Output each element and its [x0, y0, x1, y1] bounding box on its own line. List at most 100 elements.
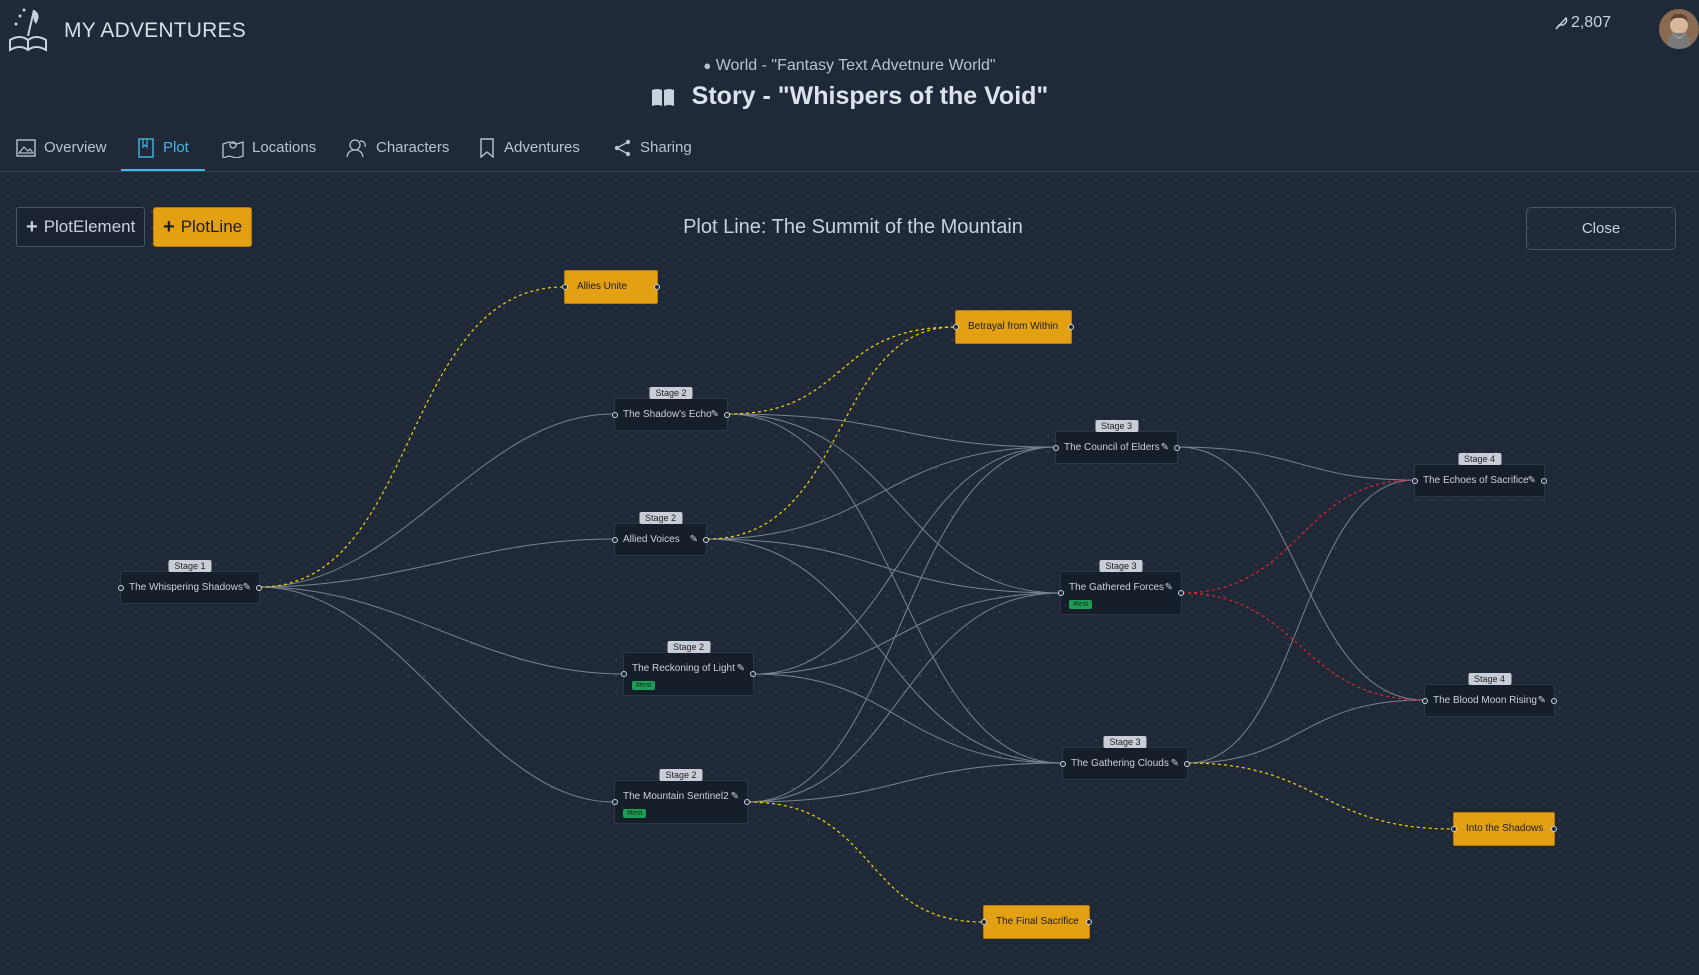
edge [727, 413, 1061, 594]
plot-node-council-of-elders[interactable]: Stage 3 The Council of Elders ✎ [1053, 420, 1180, 464]
event-label: Betrayal from Within [968, 321, 1059, 332]
plot-node-blood-moon-rising[interactable]: Stage 4 The Blood Moon Rising ✎ [1422, 673, 1557, 717]
input-port[interactable] [562, 284, 568, 290]
node-label: The Council of Elders [1064, 442, 1160, 453]
output-port[interactable] [1551, 826, 1557, 832]
input-port[interactable] [1451, 826, 1457, 832]
plot-node-whispering-shadows[interactable]: Stage 1 The Whispering Shadows ✎ [118, 560, 262, 604]
input-port[interactable] [1058, 590, 1064, 596]
pencil-icon[interactable]: ✎ [1165, 582, 1173, 593]
pencil-icon[interactable]: ✎ [711, 409, 719, 420]
stage-badge: Stage 2 [666, 641, 711, 653]
pencil-icon[interactable]: ✎ [737, 663, 745, 674]
event-node-into-the-shadows[interactable]: Into the Shadows [1451, 812, 1557, 846]
edge-dashed-yellow [259, 286, 565, 588]
edge-dashed-red [1181, 592, 1425, 701]
pencil-icon[interactable]: ✎ [1161, 442, 1169, 453]
output-port[interactable] [1541, 477, 1547, 484]
output-port[interactable] [1184, 760, 1190, 767]
plot-node-gathered-forces[interactable]: Stage 3 The Gathered Forces ✎ #test [1058, 560, 1184, 615]
plot-node-echoes-of-sacrifice[interactable]: Stage 4 The Echoes of Sacrifice ✎ [1412, 453, 1547, 497]
input-port[interactable] [1060, 760, 1066, 767]
edge [1187, 479, 1415, 764]
tag-badge[interactable]: #test [632, 681, 656, 690]
edge [727, 413, 1063, 764]
event-label: The Final Sacrifice [996, 916, 1079, 927]
input-port[interactable] [981, 919, 987, 925]
edge [259, 586, 615, 803]
event-label: Allies Unite [577, 281, 628, 292]
node-label: The Gathered Forces [1069, 582, 1165, 593]
pencil-icon[interactable]: ✎ [1528, 475, 1536, 486]
input-port[interactable] [612, 536, 618, 543]
stage-badge: Stage 2 [659, 769, 703, 781]
output-port[interactable] [1551, 697, 1557, 704]
node-label: The Blood Moon Rising [1433, 695, 1537, 706]
tag-badge[interactable]: #test [1069, 600, 1093, 609]
plot-node-gathering-clouds[interactable]: Stage 3 The Gathering Clouds ✎ [1060, 736, 1190, 780]
output-port[interactable] [703, 536, 709, 543]
edge [259, 413, 613, 588]
edge [259, 538, 613, 588]
pencil-icon[interactable]: ✎ [1538, 695, 1546, 706]
node-label: The Echoes of Sacrifice [1423, 475, 1529, 486]
edge [706, 538, 1063, 764]
input-port[interactable] [612, 411, 618, 418]
input-port[interactable] [1053, 444, 1059, 451]
stage-badge: Stage 3 [1094, 420, 1139, 432]
event-node-betrayal-from-within[interactable]: Betrayal from Within [953, 310, 1074, 344]
output-port[interactable] [654, 284, 660, 290]
event-label: Into the Shadows [1466, 823, 1544, 834]
output-port[interactable] [724, 411, 730, 418]
stage-badge: Stage 3 [1099, 560, 1143, 572]
pencil-icon[interactable]: ✎ [243, 582, 251, 593]
pencil-icon[interactable]: ✎ [1171, 758, 1179, 769]
input-port[interactable] [621, 671, 627, 677]
edge-dashed-yellow [747, 801, 984, 923]
stage-badge: Stage 2 [638, 512, 683, 524]
node-label: The Gathering Clouds [1071, 758, 1169, 769]
edge [1177, 446, 1425, 701]
stage-badge: Stage 3 [1103, 736, 1147, 748]
output-port[interactable] [750, 671, 756, 677]
edge [727, 413, 1056, 448]
output-port[interactable] [1068, 324, 1074, 330]
input-port[interactable] [953, 324, 959, 330]
tag-badge[interactable]: #test [623, 809, 647, 818]
node-label: The Shadow's Echo [623, 409, 712, 420]
output-port[interactable] [1174, 444, 1180, 451]
plot-node-reckoning-of-light[interactable]: Stage 2 The Reckoning of Light ✎ #test [621, 641, 756, 696]
input-port[interactable] [118, 584, 124, 591]
output-port[interactable] [1086, 919, 1092, 925]
stage-badge: Stage 4 [1467, 673, 1512, 685]
edge [747, 762, 1063, 803]
stage-badge: Stage 1 [168, 560, 212, 572]
plot-node-allied-voices[interactable]: Stage 2 Allied Voices ✎ [612, 512, 709, 556]
stage-badge: Stage 2 [649, 387, 693, 399]
input-port[interactable] [1422, 697, 1428, 704]
node-label: The Whispering Shadows [129, 582, 243, 593]
event-node-final-sacrifice[interactable]: The Final Sacrifice [981, 905, 1092, 939]
input-port[interactable] [612, 799, 618, 805]
output-port[interactable] [744, 799, 750, 805]
node-label: The Mountain Sentinel2 [623, 791, 729, 802]
edge [706, 446, 1056, 540]
edge [1187, 699, 1425, 764]
edge [747, 592, 1061, 803]
node-label: Allied Voices [623, 534, 680, 545]
plot-node-shadows-echo[interactable]: Stage 2 The Shadow's Echo ✎ [612, 387, 730, 431]
edge [259, 586, 624, 675]
plot-node-mountain-sentinel[interactable]: Stage 2 The Mountain Sentinel2 ✎ #test [612, 769, 750, 824]
input-port[interactable] [1412, 477, 1418, 484]
edge-dashed-yellow [1187, 762, 1454, 830]
edge-dashed-red [1181, 479, 1415, 594]
output-port[interactable] [1178, 590, 1184, 596]
edge-dashed-yellow [706, 326, 956, 540]
pencil-icon[interactable]: ✎ [690, 534, 698, 545]
output-port[interactable] [256, 584, 262, 591]
edge-dashed-yellow [727, 326, 956, 415]
pencil-icon[interactable]: ✎ [731, 791, 739, 802]
edge [1177, 446, 1415, 481]
node-label: The Reckoning of Light [632, 663, 735, 674]
event-node-allies-unite[interactable]: Allies Unite [562, 270, 660, 304]
